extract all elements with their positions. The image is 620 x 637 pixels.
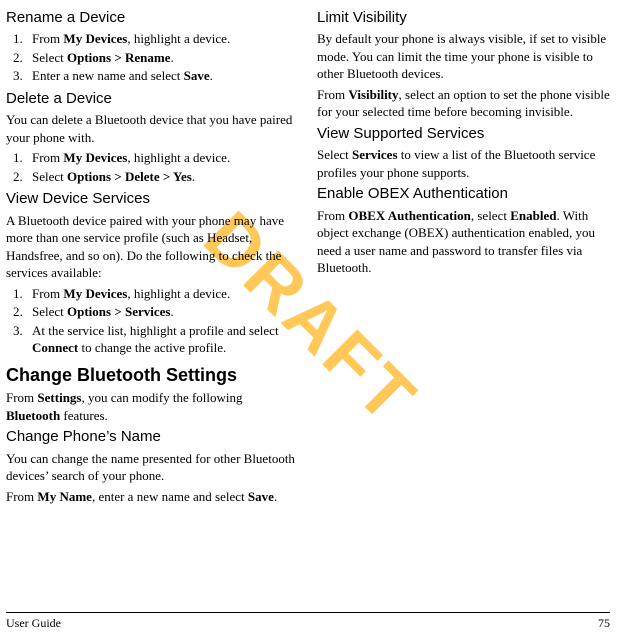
page-footer: User Guide 75 [6,612,610,631]
text: From [32,31,63,46]
text: From [317,208,348,223]
list-item: Select Options > Delete > Yes. [26,168,299,186]
text: , enter a new name and select [92,489,248,504]
text-bold: Options > Rename [67,50,170,65]
list-item: Select Options > Services. [26,303,299,321]
text-bold: Options > Services [67,304,170,319]
text-bold: My Name [37,489,92,504]
text-bold: Options > Delete > Yes [67,169,192,184]
paragraph: From Settings, you can modify the follow… [6,389,299,424]
text: Select [317,147,352,162]
text-bold: Settings [37,390,81,405]
text-bold: My Devices [63,31,127,46]
text: . [192,169,195,184]
page-number: 75 [598,615,610,631]
text: Select [32,304,67,319]
text: . [170,50,173,65]
left-column: Rename a Device From My Devices, highlig… [6,6,299,600]
text: . [170,304,173,319]
list-item: Enter a new name and select Save. [26,67,299,85]
text: Enter a new name and select [32,68,184,83]
steps-view-services: From My Devices, highlight a device. Sel… [6,285,299,357]
list-item: From My Devices, highlight a device. [26,30,299,48]
heading-view-device-services: View Device Services [6,189,299,209]
text: , you can modify the following [81,390,242,405]
text: . [274,489,277,504]
text: features. [60,408,108,423]
paragraph: Select Services to view a list of the Bl… [317,146,610,181]
paragraph: You can change the name presented for ot… [6,450,299,485]
paragraph: You can delete a Bluetooth device that y… [6,111,299,146]
text-bold: Connect [32,340,78,355]
heading-rename-device: Rename a Device [6,8,299,28]
paragraph: A Bluetooth device paired with your phon… [6,212,299,282]
heading-change-bluetooth-settings: Change Bluetooth Settings [6,363,299,387]
text-bold: My Devices [63,286,127,301]
right-column: Limit Visibility By default your phone i… [317,6,610,600]
text: From [32,150,63,165]
text: , highlight a device. [127,286,230,301]
text: . [210,68,213,83]
paragraph: From OBEX Authentication, select Enabled… [317,207,610,277]
steps-rename-device: From My Devices, highlight a device. Sel… [6,30,299,85]
list-item: Select Options > Rename. [26,49,299,67]
text: Select [32,50,67,65]
steps-delete-device: From My Devices, highlight a device. Sel… [6,149,299,185]
list-item: At the service list, highlight a profile… [26,322,299,357]
text: , select [471,208,510,223]
text-bold: Enabled [510,208,556,223]
heading-limit-visibility: Limit Visibility [317,8,610,28]
text-bold: Services [352,147,397,162]
text: From [6,489,37,504]
text-bold: My Devices [63,150,127,165]
text-bold: Bluetooth [6,408,60,423]
text: , highlight a device. [127,150,230,165]
list-item: From My Devices, highlight a device. [26,285,299,303]
text: , highlight a device. [127,31,230,46]
paragraph: By default your phone is always visible,… [317,30,610,83]
text: At the service list, highlight a profile… [32,323,279,338]
heading-enable-obex-authentication: Enable OBEX Authentication [317,184,610,204]
heading-change-phones-name: Change Phone’s Name [6,427,299,447]
text: From [317,87,348,102]
text: From [6,390,37,405]
heading-view-supported-services: View Supported Services [317,124,610,144]
list-item: From My Devices, highlight a device. [26,149,299,167]
paragraph: From Visibility, select an option to set… [317,86,610,121]
paragraph: From My Name, enter a new name and selec… [6,488,299,506]
text: From [32,286,63,301]
footer-title: User Guide [6,615,61,631]
heading-delete-device: Delete a Device [6,89,299,109]
text-bold: Save [248,489,274,504]
text-bold: Visibility [348,87,398,102]
text-bold: OBEX Authentication [348,208,470,223]
text-bold: Save [184,68,210,83]
text: to change the active profile. [78,340,226,355]
text: Select [32,169,67,184]
